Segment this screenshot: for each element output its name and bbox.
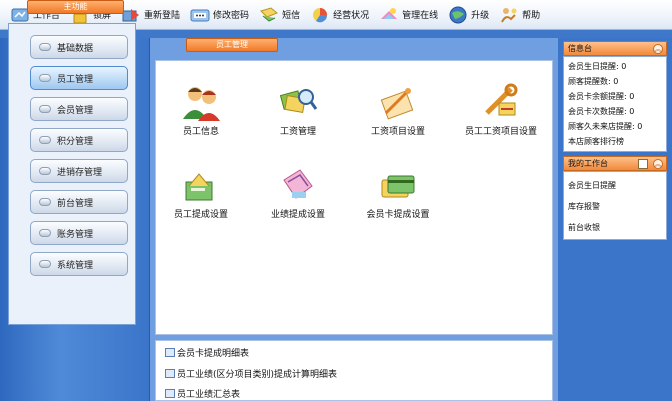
function-grid: 员工信息 工资管理 工资项目设置 员工工资项目设置 员工提成设置 业绩提成设置: [155, 60, 553, 335]
menu-bullet-icon: [39, 43, 51, 51]
salary-manage-icon: [278, 83, 318, 121]
toolbar-label: 重新登陆: [144, 11, 181, 21]
report-icon: [165, 348, 175, 357]
menu-bullet-icon: [39, 260, 51, 268]
menu-bullet-icon: [39, 105, 51, 113]
function-label: 员工提成设置: [173, 210, 228, 220]
report-list: 会员卡提成明细表 员工业绩(区分项目类别)提成计算明细表 员工业绩汇总表: [155, 340, 553, 401]
info-panel-title: 信息台: [568, 44, 592, 53]
menu-bullet-icon: [39, 229, 51, 237]
menu-bullet-icon: [39, 167, 51, 175]
function-label: 员工信息: [182, 127, 219, 137]
workbench-panel-header: 我的工作台 ︽: [563, 156, 667, 171]
menu-bullet-icon: [39, 74, 51, 82]
report-link[interactable]: 会员卡提成明细表: [165, 346, 249, 359]
upgrade-icon: [448, 5, 468, 25]
toolbar-business-status-button[interactable]: 经营状况: [306, 3, 373, 27]
info-item[interactable]: 会员生日提醒: 0: [568, 61, 626, 72]
function-label: 工资项目设置: [370, 127, 425, 137]
performance-commission-settings-button[interactable]: 业绩提成设置: [253, 166, 343, 220]
menu-bullet-icon: [39, 198, 51, 206]
salary-item-settings-button[interactable]: 工资项目设置: [353, 83, 443, 137]
menu-item-label: 前台管理: [57, 198, 94, 209]
info-panel: 会员生日提醒: 0 顾客提醒数: 0 会员卡余额提醒: 0 会员卡次数提醒: 0…: [563, 56, 667, 152]
salary-manage-button[interactable]: 工资管理: [253, 83, 343, 137]
report-link[interactable]: 员工业绩(区分项目类别)提成计算明细表: [165, 367, 337, 380]
info-item[interactable]: 本店顾客排行榜: [568, 136, 624, 147]
relogin-icon: [121, 5, 141, 25]
info-item[interactable]: 会员卡次数提醒: 0: [568, 106, 634, 117]
workbench-panel: 会员生日提醒 库存报警 前台收银: [563, 171, 667, 240]
member-card-commission-settings-icon: [378, 166, 418, 204]
menu-item-inventory-management[interactable]: 进销存管理: [30, 159, 128, 183]
collapse-icon[interactable]: ︽: [653, 159, 663, 169]
employee-salary-item-settings-button[interactable]: 员工工资项目设置: [456, 83, 546, 137]
password-icon: [190, 5, 210, 25]
info-item[interactable]: 会员卡余额提醒: 0: [568, 91, 634, 102]
function-label: 业绩提成设置: [270, 210, 325, 220]
performance-commission-settings-icon: [278, 166, 318, 204]
main-function-tab[interactable]: 主功能: [27, 0, 124, 14]
info-item[interactable]: 顾客久未来店提醒: 0: [568, 121, 642, 132]
menu-item-label: 员工管理: [57, 74, 94, 85]
toolbar-help-button[interactable]: 帮助: [495, 3, 544, 27]
employee-commission-settings-icon: [181, 166, 221, 204]
menu-item-label: 系统管理: [57, 260, 94, 271]
employee-commission-settings-button[interactable]: 员工提成设置: [156, 166, 246, 220]
menu-item-label: 账务管理: [57, 229, 94, 240]
function-label: 工资管理: [279, 127, 316, 137]
menu-item-system-management[interactable]: 系统管理: [30, 252, 128, 276]
report-label: 会员卡提成明细表: [177, 349, 250, 359]
menu-item-employee-management[interactable]: 员工管理: [30, 66, 128, 90]
menu-item-points-management[interactable]: 积分管理: [30, 128, 128, 152]
workbench-panel-title: 我的工作台: [568, 159, 608, 168]
report-icon: [165, 369, 175, 378]
toolbar-label: 修改密码: [213, 11, 250, 21]
toolbar-online-manage-button[interactable]: 管理在线: [375, 3, 442, 27]
collapse-icon[interactable]: ︽: [653, 44, 663, 54]
toolbar-label: 帮助: [522, 11, 541, 21]
menu-item-label: 会员管理: [57, 105, 94, 116]
info-panel-header: 信息台 ︽: [563, 41, 667, 56]
sms-icon: [259, 5, 279, 25]
main-function-menu: 基础数据 员工管理 会员管理 积分管理 进销存管理 前台管理 账务管理 系统管理: [8, 23, 136, 325]
business-status-icon: [310, 5, 330, 25]
report-icon: [165, 389, 175, 398]
toolbar-upgrade-button[interactable]: 升级: [444, 3, 493, 27]
employee-info-icon: [181, 83, 221, 121]
toolbar-label: 短信: [282, 11, 301, 21]
toolbar-label: 升级: [471, 11, 490, 21]
help-icon: [499, 5, 519, 25]
toolbar-password-button[interactable]: 修改密码: [186, 3, 253, 27]
employee-info-button[interactable]: 员工信息: [156, 83, 246, 137]
menu-item-label: 基础数据: [57, 43, 94, 54]
function-label: 员工工资项目设置: [464, 127, 537, 137]
online-manage-icon: [379, 5, 399, 25]
menu-item-label: 积分管理: [57, 136, 94, 147]
toolbar-label: 经营状况: [333, 11, 370, 21]
salary-item-settings-icon: [378, 83, 418, 121]
workbench-item[interactable]: 前台收银: [568, 222, 600, 233]
toolbar-label: 管理在线: [402, 11, 439, 21]
workbench-item[interactable]: 会员生日提醒: [568, 180, 616, 191]
report-link[interactable]: 员工业绩汇总表: [165, 387, 240, 400]
menu-item-member-management[interactable]: 会员管理: [30, 97, 128, 121]
menu-item-front-desk-management[interactable]: 前台管理: [30, 190, 128, 214]
report-label: 员工业绩(区分项目类别)提成计算明细表: [177, 370, 338, 380]
menu-item-accounts-management[interactable]: 账务管理: [30, 221, 128, 245]
menu-item-label: 进销存管理: [57, 167, 103, 178]
edit-icon[interactable]: [638, 159, 648, 169]
info-item[interactable]: 顾客提醒数: 0: [568, 76, 618, 87]
workbench-item[interactable]: 库存报警: [568, 201, 600, 212]
menu-item-basic-data[interactable]: 基础数据: [30, 35, 128, 59]
employee-salary-item-settings-icon: [481, 83, 521, 121]
member-card-commission-settings-button[interactable]: 会员卡提成设置: [353, 166, 443, 220]
menu-bullet-icon: [39, 136, 51, 144]
function-label: 会员卡提成设置: [366, 210, 430, 220]
employee-management-tab[interactable]: 员工管理: [186, 38, 278, 52]
toolbar-sms-button[interactable]: 短信: [255, 3, 304, 27]
report-label: 员工业绩汇总表: [177, 390, 241, 400]
